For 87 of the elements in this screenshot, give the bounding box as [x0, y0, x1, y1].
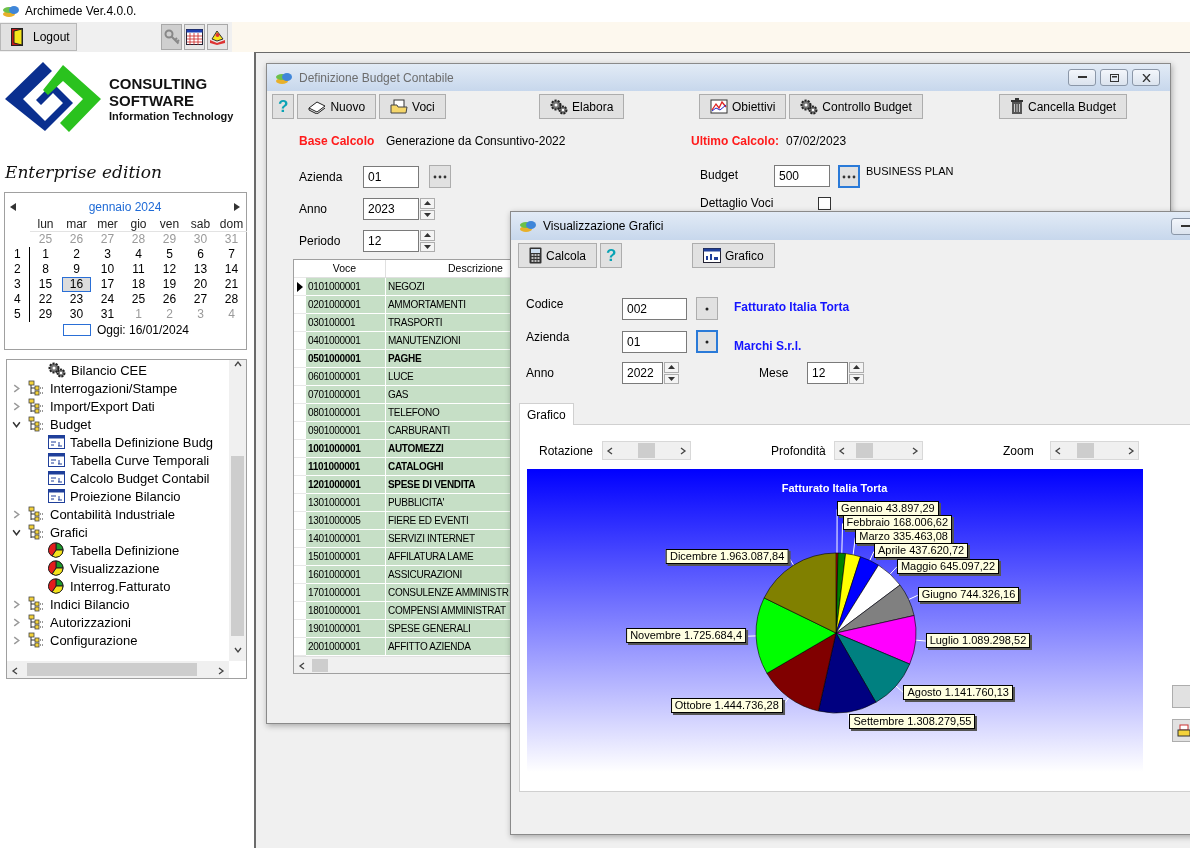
- app-title: Archimede Ver.4.0.0.: [25, 4, 137, 18]
- table-cell: 0101000001: [306, 278, 386, 296]
- brand-name: SOFTWARE: [109, 91, 195, 109]
- data-label: Aprile 437.620,72: [874, 543, 969, 559]
- table-cell: AFFILATURA LAME: [386, 548, 511, 566]
- table-cell: 1701000001: [306, 584, 386, 602]
- field-label: Codice: [526, 297, 565, 311]
- edition-title: Enterprise edition: [5, 162, 162, 182]
- table-cell: TRASPORTI: [386, 314, 511, 332]
- table-cell: 1301000001: [306, 494, 386, 512]
- weekday-label: dom: [216, 217, 247, 232]
- weekday-label: gio: [123, 217, 154, 232]
- table-cell: PUBBLICITA': [386, 494, 511, 512]
- field-label: Periodo: [299, 234, 342, 248]
- field-label: Mese: [759, 366, 790, 380]
- table-cell: 0901000001: [306, 422, 386, 440]
- week-number: 2: [10, 262, 30, 277]
- field-description: Fatturato Italia Torta: [734, 299, 850, 314]
- week-number: 5: [10, 307, 30, 322]
- field-value: Generazione da Consuntivo-2022: [386, 134, 567, 148]
- table-cell: ASSICURAZIONI: [386, 566, 511, 584]
- table-cell: CATALOGHI: [386, 458, 511, 476]
- table-cell: AFFITTO AZIENDA: [386, 638, 511, 656]
- calendar-month: gennaio 2024: [88, 200, 162, 214]
- week-number: 3: [10, 277, 30, 292]
- table-cell: 0401000001: [306, 332, 386, 350]
- table-cell: 1201000001: [306, 476, 386, 494]
- weekday-label: mer: [92, 217, 123, 232]
- table-cell: AMMORTAMENTI: [386, 296, 511, 314]
- table-cell: 0701000001: [306, 386, 386, 404]
- data-label: Luglio 1.089.298,52: [925, 633, 1031, 649]
- table-cell: FIERE ED EVENTI: [386, 512, 511, 530]
- data-label: Giugno 744.326,16: [917, 587, 1020, 603]
- table-cell: 1101000001: [306, 458, 386, 476]
- data-label: Marzo 335.463,08: [855, 529, 952, 545]
- table-cell: 1601000001: [306, 566, 386, 584]
- field-label: Azienda: [299, 169, 344, 184]
- field-label: Ultimo Calcolo:: [691, 134, 780, 148]
- field-label: Budget: [700, 167, 740, 182]
- weekday-label: ven: [154, 217, 185, 232]
- weekday-label: mar: [61, 217, 92, 232]
- week-number: 4: [10, 292, 30, 307]
- brand-tagline: Information Technology: [109, 109, 234, 122]
- table-cell: SPESE GENERALI: [386, 620, 511, 638]
- table-cell: 2001000001: [306, 638, 386, 656]
- field-label: Anno: [526, 366, 556, 380]
- table-cell: 1301000005: [306, 512, 386, 530]
- weekday-label: sab: [185, 217, 216, 232]
- field-label: Azienda: [526, 330, 571, 344]
- table-cell: 1001000001: [306, 440, 386, 458]
- table-cell: TELEFONO: [386, 404, 511, 422]
- table-cell: 1901000001: [306, 620, 386, 638]
- table-cell: COMPENSI AMMINISTRAT: [386, 602, 511, 620]
- table-cell: NEGOZI: [386, 278, 511, 296]
- table-cell: GAS: [386, 386, 511, 404]
- table-cell: SPESE DI VENDITA: [386, 476, 511, 494]
- table-cell: AUTOMEZZI: [386, 440, 511, 458]
- week-number: 1: [10, 247, 30, 262]
- budget-description: BUSINESS PLAN: [866, 165, 954, 177]
- field-value: 07/02/2023: [786, 134, 847, 148]
- table-cell: 030100001: [306, 314, 386, 332]
- table-cell: PAGHE: [386, 350, 511, 368]
- slider-label: Profondità: [771, 443, 827, 458]
- table-cell: 0601000001: [306, 368, 386, 386]
- window-title: Definizione Budget Contabile: [299, 70, 455, 85]
- table-cell: 1401000001: [306, 530, 386, 548]
- table-cell: 0801000001: [306, 404, 386, 422]
- table-cell: 1801000001: [306, 602, 386, 620]
- slider-label: Rotazione: [539, 443, 595, 458]
- table-cell: CARBURANTI: [386, 422, 511, 440]
- data-label: Novembre 1.725.684,4: [626, 628, 747, 644]
- table-cell: 1501000001: [306, 548, 386, 566]
- field-description: Marchi S.r.l.: [734, 338, 802, 353]
- brand-name: CONSULTING: [109, 74, 209, 92]
- table-cell: SERVIZI INTERNET: [386, 530, 511, 548]
- table-cell: 0501000001: [306, 350, 386, 368]
- table-cell: LUCE: [386, 368, 511, 386]
- weekday-label: lun: [30, 217, 61, 232]
- window-title: Visualizzazione Grafici: [543, 219, 665, 233]
- field-label: Anno: [299, 202, 329, 216]
- chart-title: Fatturato Italia Torta: [780, 482, 889, 494]
- field-label: Base Calcolo: [299, 134, 376, 148]
- table-cell: MANUTENZIONI: [386, 332, 511, 350]
- table-cell: 0201000001: [306, 296, 386, 314]
- field-label: Dettaglio Voci: [700, 196, 775, 210]
- slider-label: Zoom: [1003, 443, 1035, 458]
- table-cell: CONSULENZE AMMINISTR: [386, 584, 511, 602]
